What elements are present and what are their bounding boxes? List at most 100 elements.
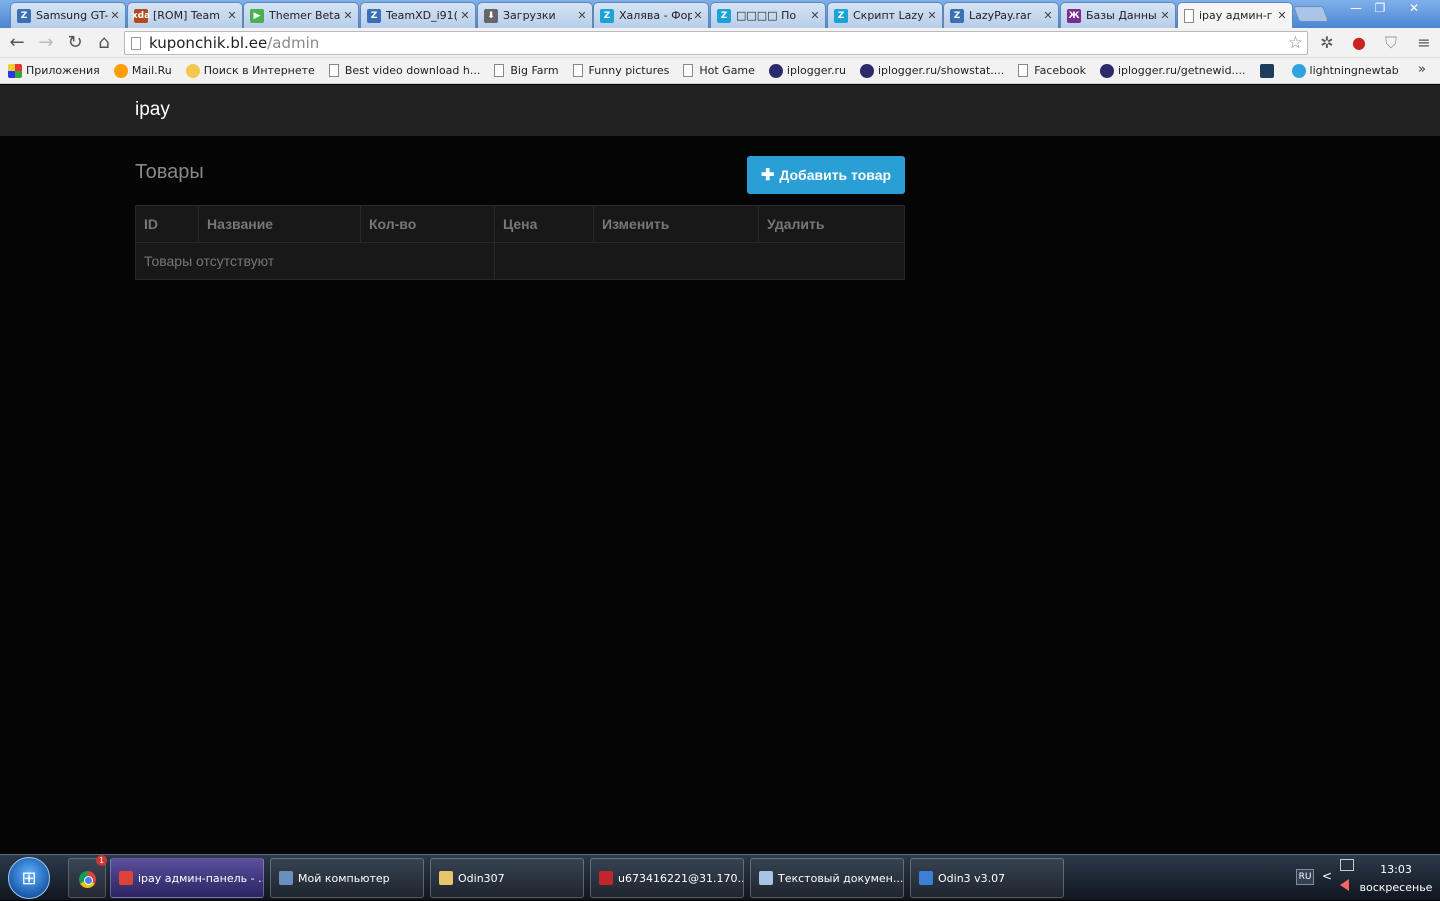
browser-tab[interactable]: Z Халява - Фор ✕ xyxy=(593,2,709,28)
tab-close-icon[interactable]: ✕ xyxy=(459,9,471,22)
extension-badge-icon[interactable]: ● xyxy=(1348,32,1370,54)
tab-close-icon[interactable]: ✕ xyxy=(926,9,938,22)
empty-cell xyxy=(494,242,905,280)
bookmark-item[interactable]: Приложения xyxy=(8,63,100,78)
bookmark-item[interactable]: Hot Game xyxy=(683,64,755,77)
bookmark-label: Facebook xyxy=(1034,64,1086,77)
new-tab-button[interactable] xyxy=(1293,6,1329,22)
volume-icon[interactable] xyxy=(1340,879,1349,891)
bookmark-item[interactable]: iplogger.ru/showstat.... xyxy=(859,63,1005,78)
bookmark-item[interactable]: Mail.Ru xyxy=(113,63,172,78)
bookmarks-overflow-button[interactable]: » xyxy=(1418,62,1426,77)
reload-button[interactable]: ↻ xyxy=(64,32,86,54)
bookmark-item[interactable]: Facebook xyxy=(1018,64,1086,77)
bookmark-item[interactable]: Funny pictures xyxy=(572,64,670,77)
url-host: kuponchik.bl.ee xyxy=(149,34,268,52)
column-header-edit[interactable]: Изменить xyxy=(593,205,759,243)
bookmark-item[interactable]: iplogger.ru/getnewid.... xyxy=(1099,63,1246,78)
column-header-delete[interactable]: Удалить xyxy=(758,205,905,243)
language-indicator[interactable]: RU xyxy=(1296,869,1314,885)
clock[interactable]: 13:03 воскресенье xyxy=(1356,861,1436,897)
bookmark-item[interactable]: Best video download h... xyxy=(328,64,481,77)
tab-close-icon[interactable]: ✕ xyxy=(576,9,588,22)
shield-icon[interactable]: ⛉ xyxy=(1380,32,1402,54)
iplogger-icon xyxy=(768,63,783,78)
taskbar-window-button[interactable]: Мой компьютер xyxy=(270,858,424,898)
bookmark-label: iplogger.ru/showstat.... xyxy=(877,64,1005,77)
notification-badge: 1 xyxy=(96,855,107,866)
tab-close-icon[interactable]: ✕ xyxy=(109,9,121,22)
tab-favicon-icon: Z xyxy=(950,8,964,23)
browser-tab[interactable]: Z TeamXD_i91(✕ xyxy=(360,2,476,28)
app-icon xyxy=(759,871,773,885)
show-hidden-icons-button[interactable]: < xyxy=(1322,869,1332,883)
column-header-name[interactable]: Название xyxy=(198,205,361,243)
browser-tab[interactable]: ▶ Themer Beta ✕ xyxy=(243,2,359,28)
tab-close-icon[interactable]: ✕ xyxy=(1159,9,1171,22)
taskbar-window-button[interactable]: u673416221@31.170.... xyxy=(590,858,744,898)
maximize-button[interactable]: ❐ xyxy=(1368,0,1392,18)
back-button[interactable]: ← xyxy=(6,32,28,54)
address-bar[interactable]: kuponchik.bl.ee/admin ☆ xyxy=(124,31,1308,55)
bookmark-item[interactable] xyxy=(1259,63,1278,78)
tab-close-icon[interactable]: ✕ xyxy=(809,9,821,22)
taskbar-window-label: u673416221@31.170.... xyxy=(618,871,744,885)
browser-tab[interactable]: Ж Базы Данны ✕ xyxy=(1060,2,1176,28)
system-tray: RU < 13:03 воскресенье xyxy=(1292,855,1440,901)
minimize-button[interactable]: — xyxy=(1344,0,1368,18)
browser-tab[interactable]: ipay админ-г ✕ xyxy=(1177,2,1293,28)
taskbar-window-button[interactable]: ipay админ-панель - ... xyxy=(110,858,264,898)
tab-close-icon[interactable]: ✕ xyxy=(692,9,704,22)
home-button[interactable]: ⌂ xyxy=(93,32,115,54)
bookmark-item[interactable]: lightningnewtab xyxy=(1291,63,1399,78)
page-icon xyxy=(572,64,583,77)
bookmark-item[interactable]: iplogger.ru xyxy=(768,63,846,78)
tab-title: Базы Данны xyxy=(1086,9,1157,22)
bookmark-star-icon[interactable]: ☆ xyxy=(1288,33,1303,53)
app-navbar: ipay xyxy=(0,85,1440,136)
column-header-price[interactable]: Цена xyxy=(494,205,594,243)
plus-icon: ✚ xyxy=(760,167,775,184)
tab-close-icon[interactable]: ✕ xyxy=(1276,9,1288,22)
bookmark-item[interactable]: Big Farm xyxy=(494,64,559,77)
browser-tab[interactable]: Z □□□□ По ✕ xyxy=(710,2,826,28)
bookmark-item[interactable]: Поиск в Интернете xyxy=(185,63,315,78)
extension-puzzle-icon[interactable]: ✲ xyxy=(1316,32,1338,54)
browser-tab[interactable]: Z LazyPay.rar ✕ xyxy=(943,2,1059,28)
bookmark-label: Funny pictures xyxy=(588,64,670,77)
taskbar-window-label: Мой компьютер xyxy=(298,871,390,885)
browser-tab[interactable]: Z Samsung GT- ✕ xyxy=(10,2,126,28)
taskbar-window-label: ipay админ-панель - ... xyxy=(138,871,264,885)
tab-close-icon[interactable]: ✕ xyxy=(1042,9,1054,22)
column-header-quantity[interactable]: Кол-во xyxy=(360,205,495,243)
brand-logo[interactable]: ipay xyxy=(135,99,170,121)
page-icon xyxy=(494,64,505,77)
app-icon xyxy=(439,871,453,885)
browser-tab[interactable]: Z Скрипт Lazy ✕ xyxy=(827,2,943,28)
tab-favicon-icon: Z xyxy=(717,8,731,23)
bookmark-label: Mail.Ru xyxy=(131,64,172,77)
tab-close-icon[interactable]: ✕ xyxy=(226,9,238,22)
tab-title: TeamXD_i91( xyxy=(386,9,458,22)
taskbar-window-label: Odin3 v3.07 xyxy=(938,871,1006,885)
apps-icon xyxy=(8,63,22,78)
close-window-button[interactable]: ✕ xyxy=(1392,0,1436,18)
network-icon[interactable] xyxy=(1340,859,1354,871)
forward-button[interactable]: → xyxy=(35,32,57,54)
taskbar-window-button[interactable]: Текстовый докумен... xyxy=(750,858,904,898)
start-button[interactable]: ⊞ xyxy=(8,857,50,899)
browser-tab[interactable]: ⬇ Загрузки ✕ xyxy=(477,2,593,28)
bookmark-label: Big Farm xyxy=(510,64,559,77)
chrome-menu-icon[interactable]: ≡ xyxy=(1413,32,1435,54)
taskbar-window-button[interactable]: Odin3 v3.07 xyxy=(910,858,1064,898)
pinned-chrome-button[interactable]: 1 xyxy=(68,855,107,898)
bookmark-label: Best video download h... xyxy=(344,64,481,77)
add-product-button[interactable]: ✚ Добавить товар xyxy=(747,156,905,194)
taskbar-window-button[interactable]: Odin307 xyxy=(430,858,584,898)
column-header-id[interactable]: ID xyxy=(135,205,199,243)
tab-close-icon[interactable]: ✕ xyxy=(342,9,354,22)
browser-tab-strip: Z Samsung GT- ✕ xda [ROM] Team ✕ ▶ Themer Beta ✕… xyxy=(0,0,1440,28)
browser-tab[interactable]: xda [ROM] Team ✕ xyxy=(127,2,243,28)
tab-title: ipay админ-г xyxy=(1199,9,1273,22)
taskbar-window-label: Текстовый докумен... xyxy=(778,871,904,885)
